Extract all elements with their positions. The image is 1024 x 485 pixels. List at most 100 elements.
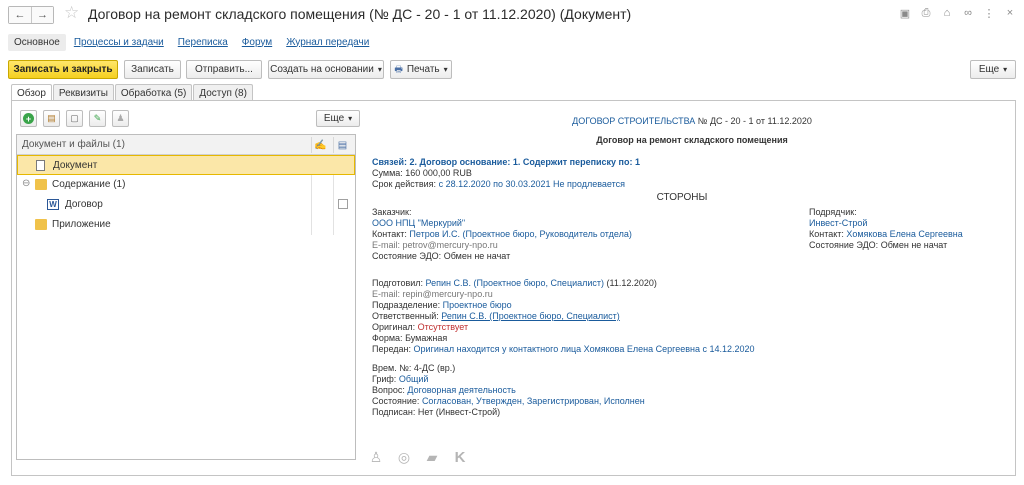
add-file-button[interactable]: + (20, 110, 37, 127)
chevron-down-icon: ▾ (443, 65, 448, 74)
forward-arrow-icon: → (37, 9, 48, 21)
tempnum-value: 4-ДС (вр.) (413, 363, 456, 373)
print-button[interactable]: 🖶 Печать ▾ (390, 60, 452, 79)
files-more-label: Еще (323, 113, 345, 124)
state-link[interactable]: Согласован, Утвержден, Зарегистрирован, … (422, 396, 645, 406)
file-checkbox[interactable] (338, 199, 348, 209)
save-button[interactable]: Записать (124, 60, 181, 79)
more-button[interactable]: Еще ▾ (970, 60, 1016, 79)
tree-row-label: Содержание (1) (52, 179, 126, 190)
parties-heading: СТОРОНЫ (656, 192, 708, 203)
save-close-button[interactable]: Записать и закрыть (8, 60, 118, 79)
files-more-button[interactable]: Еще ▾ (316, 110, 360, 127)
question-label: Вопрос: (372, 385, 405, 395)
customer-contact-label: Контакт: (372, 229, 407, 239)
more-label: Еще (978, 64, 1000, 75)
term-value[interactable]: с 28.12.2020 по 30.03.2021 Не продлевает… (439, 179, 625, 189)
prepared-link[interactable]: Репин С.В. (Проектное бюро, Специалист) (426, 278, 605, 288)
command-bar: Записать и закрыть Записать Отправить...… (8, 60, 1016, 80)
create-based-label: Создать на основании (270, 64, 374, 75)
tree-row-contract-file[interactable]: W Договор (17, 195, 355, 215)
new-document-icon: ▢ (70, 113, 79, 123)
more-icon[interactable]: ⋮ (983, 6, 995, 20)
responsible-link[interactable]: Репин С.В. (Проектное бюро, Специалист) (441, 311, 620, 321)
edit-button[interactable]: ✎ (89, 110, 106, 127)
division-line: Подразделение: Проектное бюро (372, 300, 512, 310)
document-icon (36, 160, 45, 171)
contractor-contact-link[interactable]: Хомякова Елена Сергеевна (846, 229, 962, 239)
create-based-button[interactable]: Создать на основании ▾ (268, 60, 384, 79)
favorite-star-icon[interactable]: ☆ (64, 4, 79, 22)
new-document-button[interactable]: ▢ (66, 110, 83, 127)
k-icon[interactable]: K (451, 448, 469, 466)
files-tree[interactable]: Документ и файлы (1) ✍ ▤ Документ ⊖ Соде… (16, 134, 356, 460)
section-forum[interactable]: Форум (236, 34, 278, 51)
prep-email-label: E-mail: (372, 289, 401, 299)
contractor-edo-value: Обмен не начат (880, 240, 948, 250)
tab-processing[interactable]: Обработка (5) (114, 84, 193, 101)
collapse-icon[interactable]: ⊖ (22, 178, 34, 189)
contractor-contact-line: Контакт: Хомякова Елена Сергеевна (809, 229, 963, 239)
customer-link[interactable]: ООО НПЦ "Меркурий" (372, 218, 465, 228)
tree-row-label: Документ (53, 160, 98, 171)
back-button[interactable]: ← (9, 7, 31, 23)
tree-row-contents[interactable]: ⊖ Содержание (1) (17, 175, 355, 195)
contractor-edo-label: Состояние ЭДО: (809, 240, 879, 250)
state-line: Состояние: Согласован, Утвержден, Зареги… (372, 396, 645, 406)
contractor-contact-label: Контакт: (809, 229, 844, 239)
tab-details[interactable]: Реквизиты (52, 84, 114, 101)
tree-row-document[interactable]: Документ (17, 155, 355, 175)
section-correspondence[interactable]: Переписка (172, 34, 234, 51)
chevron-down-icon: ▾ (377, 65, 382, 74)
section-main[interactable]: Основное (8, 33, 66, 51)
edit-icon: ✎ (93, 113, 102, 123)
transferred-label: Передан: (372, 344, 412, 354)
signature-icon: ✍ (311, 137, 329, 153)
prep-email: repin@mercury-npo.ru (402, 289, 493, 299)
prepared-date: (11.12.2020) (606, 278, 657, 288)
division-link[interactable]: Проектное бюро (443, 300, 512, 310)
stamp-line: Гриф: Общий (372, 374, 428, 384)
file-icon: ▤ (333, 137, 351, 153)
original-label: Оригинал: (372, 322, 416, 332)
doc-title: Договор на ремонт складского помещения (596, 135, 788, 145)
tab-access[interactable]: Доступ (8) (193, 84, 253, 101)
contractor-link[interactable]: Инвест-Строй (809, 218, 867, 228)
send-button[interactable]: Отправить... (186, 60, 262, 79)
customer-contact-link[interactable]: Петров И.С. (Проектное бюро, Руководител… (409, 229, 631, 239)
users-icon[interactable]: ♙ (367, 448, 385, 466)
tree-row-attachment[interactable]: Приложение (17, 215, 355, 235)
original-line: Оригинал: Отсутствует (372, 322, 468, 332)
sum-label: Сумма: (372, 168, 403, 178)
link-icon[interactable]: ∞ (962, 6, 974, 20)
signed-label: Подписан: (372, 407, 416, 417)
links-summary[interactable]: Связей: 2. Договор основание: 1. Содержи… (372, 157, 640, 167)
attach-icon[interactable]: ⌂ (941, 6, 953, 20)
section-transfer-log[interactable]: Журнал передачи (280, 34, 375, 51)
section-nav: Основное Процессы и задачи Переписка Фор… (8, 32, 377, 52)
customer-edo-label: Состояние ЭДО: (372, 251, 442, 261)
transferred-link[interactable]: Оригинал находится у контактного лица Хо… (414, 344, 755, 354)
chat-icon[interactable]: ▰ (423, 448, 441, 466)
folder-icon (35, 219, 47, 230)
stamp-link[interactable]: Общий (399, 374, 429, 384)
customer-email-label: E-mail: (372, 240, 401, 250)
chevron-down-icon: ▾ (1003, 65, 1008, 74)
stamp-button[interactable]: ♟ (112, 110, 129, 127)
document-preview: ДОГОВОР СТРОИТЕЛЬСТВА № ДС - 20 - 1 от 1… (372, 112, 1012, 462)
close-icon[interactable]: × (1004, 6, 1016, 20)
save-icon[interactable]: ▣ (899, 6, 911, 20)
section-processes[interactable]: Процессы и задачи (68, 34, 170, 51)
state-label: Состояние: (372, 396, 420, 406)
form-label: Форма: (372, 333, 403, 343)
target-icon[interactable]: ◎ (395, 448, 413, 466)
print-icon[interactable]: ⎙ (920, 6, 932, 20)
doc-number: № ДС - 20 - 1 от 11.12.2020 (697, 116, 812, 126)
customer-email-line: E-mail: petrov@mercury-npo.ru (372, 240, 498, 250)
forward-button[interactable]: → (31, 7, 53, 23)
question-link[interactable]: Договорная деятельность (407, 385, 515, 395)
doc-type-link[interactable]: ДОГОВОР СТРОИТЕЛЬСТВА (572, 116, 695, 126)
paste-button[interactable]: ▤ (43, 110, 60, 127)
prepared-line: Подготовил: Репин С.В. (Проектное бюро, … (372, 278, 657, 288)
tempnum-label: Врем. №: (372, 363, 412, 373)
